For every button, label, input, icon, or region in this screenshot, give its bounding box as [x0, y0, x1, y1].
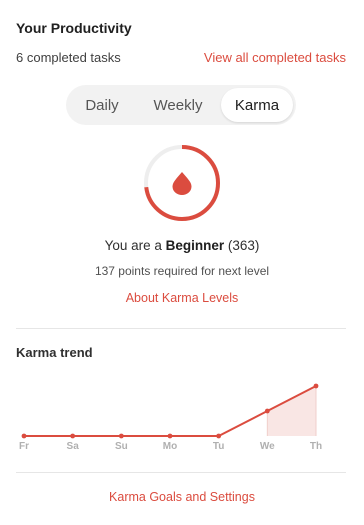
- level-prefix: You are a: [104, 238, 166, 253]
- panel-title: Your Productivity: [16, 20, 132, 36]
- view-all-completed-link[interactable]: View all completed tasks: [204, 50, 346, 65]
- karma-level-text: You are a Beginner (363): [0, 238, 364, 253]
- trend-point: [167, 433, 173, 439]
- divider: [16, 328, 346, 329]
- karma-trend-title: Karma trend: [16, 345, 93, 360]
- karma-level-gauge: [144, 145, 220, 221]
- divider: [16, 472, 346, 473]
- karma-trend-chart: Fr Sa Su Mo Tu We Th: [19, 383, 322, 452]
- tab-daily[interactable]: Daily: [69, 88, 135, 122]
- completed-count: 6 completed tasks: [16, 50, 121, 65]
- trend-point: [118, 433, 124, 439]
- tab-karma[interactable]: Karma: [221, 88, 293, 122]
- karma-level-name: Beginner: [165, 238, 225, 253]
- x-tick-label: Th: [310, 441, 322, 452]
- trend-point: [21, 433, 27, 439]
- trend-point: [264, 408, 270, 414]
- productivity-panel: Your Productivity 6 completed tasks View…: [0, 0, 364, 525]
- x-tick-label: Mo: [163, 441, 177, 452]
- x-tick-label: Tu: [213, 441, 224, 452]
- x-tick-label: We: [260, 441, 275, 452]
- points-required-text: 137 points required for next level: [94, 264, 270, 278]
- trend-point: [313, 383, 319, 389]
- trend-area: [267, 386, 316, 436]
- about-karma-levels-link[interactable]: About Karma Levels: [126, 291, 239, 305]
- karma-drop-icon: [172, 172, 192, 195]
- x-tick-label: Sa: [67, 441, 80, 452]
- trend-point: [216, 433, 222, 439]
- tab-weekly[interactable]: Weekly: [135, 88, 221, 122]
- x-tick-label: Su: [115, 441, 128, 452]
- trend-point: [70, 433, 76, 439]
- completed-row: 6 completed tasks View all completed tas…: [16, 50, 346, 65]
- about-karma-link-row: About Karma Levels: [0, 291, 364, 305]
- x-tick-label: Fr: [19, 441, 29, 452]
- period-tabs: Daily Weekly Karma: [66, 85, 296, 125]
- karma-score: (363): [224, 238, 260, 253]
- karma-goals-link-row: Karma Goals and Settings: [0, 490, 364, 504]
- karma-goals-settings-link[interactable]: Karma Goals and Settings: [109, 490, 255, 504]
